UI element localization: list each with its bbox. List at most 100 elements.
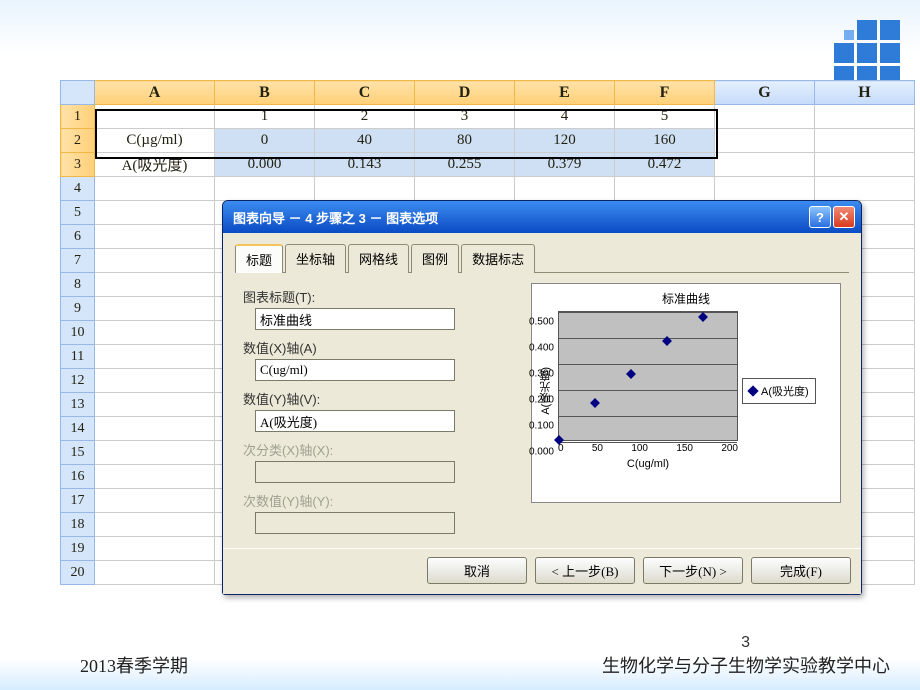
next-button[interactable]: 下一步(N) > [643,557,743,584]
cell[interactable] [95,417,215,441]
cell[interactable] [95,561,215,585]
row-7[interactable]: 7 [61,249,95,273]
cell[interactable] [95,369,215,393]
row-19[interactable]: 19 [61,537,95,561]
cell[interactable] [215,177,315,201]
col-D[interactable]: D [415,81,515,105]
row-15[interactable]: 15 [61,441,95,465]
row-4[interactable]: 4 [61,177,95,201]
back-button[interactable]: < 上一步(B) [535,557,635,584]
row-1[interactable]: 1 [61,105,95,129]
cell[interactable] [95,201,215,225]
cell[interactable]: 0.379 [515,153,615,177]
cell[interactable] [95,465,215,489]
row-5[interactable]: 5 [61,201,95,225]
cell[interactable]: 4 [515,105,615,129]
cell[interactable]: 5 [615,105,715,129]
help-button[interactable]: ? [809,206,831,228]
dialog-titlebar[interactable]: 图表向导 － 4 步骤之 3 － 图表选项 ? ✕ [223,201,861,233]
row-18[interactable]: 18 [61,513,95,537]
cell[interactable]: 120 [515,129,615,153]
cell[interactable]: 0.143 [315,153,415,177]
cell[interactable] [95,489,215,513]
cell[interactable] [715,153,815,177]
cell[interactable] [95,393,215,417]
cell[interactable] [515,177,615,201]
row-8[interactable]: 8 [61,273,95,297]
input-x2-axis [255,461,455,483]
cell[interactable]: 0 [215,129,315,153]
cell[interactable] [95,225,215,249]
col-C[interactable]: C [315,81,415,105]
row-11[interactable]: 11 [61,345,95,369]
cell[interactable] [95,345,215,369]
cell[interactable] [95,537,215,561]
cell[interactable]: 160 [615,129,715,153]
preview-plot [558,311,738,441]
tab-title[interactable]: 标题 [235,244,283,273]
cell[interactable] [95,321,215,345]
tab-legend[interactable]: 图例 [411,244,459,273]
cell[interactable]: 3 [415,105,515,129]
input-chart-title[interactable] [255,308,455,330]
footer-right: 生物化学与分子生物学实验教学中心 [602,652,890,678]
input-y-axis[interactable] [255,410,455,432]
col-B[interactable]: B [215,81,315,105]
cell[interactable] [95,441,215,465]
row-3[interactable]: 3 [61,153,95,177]
cell[interactable] [95,177,215,201]
finish-button[interactable]: 完成(F) [751,557,851,584]
col-G[interactable]: G [715,81,815,105]
cell[interactable] [95,273,215,297]
preview-xticks: 050100150200 [558,443,738,454]
cell[interactable]: 0.255 [415,153,515,177]
row-16[interactable]: 16 [61,465,95,489]
dialog-buttons: 取消 < 上一步(B) 下一步(N) > 完成(F) [223,548,861,594]
cell[interactable] [95,513,215,537]
diamond-icon [747,385,758,396]
cell[interactable]: 0.472 [615,153,715,177]
row-17[interactable]: 17 [61,489,95,513]
close-button[interactable]: ✕ [833,206,855,228]
row-13[interactable]: 13 [61,393,95,417]
cell[interactable] [815,177,915,201]
row-2[interactable]: 2 [61,129,95,153]
cell[interactable] [715,105,815,129]
cell[interactable] [815,129,915,153]
cell[interactable] [95,249,215,273]
row-9[interactable]: 9 [61,297,95,321]
cell[interactable]: 2 [315,105,415,129]
col-A[interactable]: A [95,81,215,105]
col-E[interactable]: E [515,81,615,105]
row-14[interactable]: 14 [61,417,95,441]
input-x-axis[interactable] [255,359,455,381]
cell[interactable]: 0.000 [215,153,315,177]
cell[interactable] [415,177,515,201]
tab-axes[interactable]: 坐标轴 [285,244,346,273]
row-10[interactable]: 10 [61,321,95,345]
cell[interactable] [95,105,215,129]
cell[interactable]: 80 [415,129,515,153]
cell[interactable]: 1 [215,105,315,129]
row-20[interactable]: 20 [61,561,95,585]
cell[interactable] [615,177,715,201]
cell[interactable]: A(吸光度) [95,153,215,177]
select-all[interactable] [61,81,95,105]
tabstrip: 标题 坐标轴 网格线 图例 数据标志 [235,243,849,273]
cell[interactable] [815,153,915,177]
tab-gridlines[interactable]: 网格线 [348,244,409,273]
cancel-button[interactable]: 取消 [427,557,527,584]
cell[interactable] [715,129,815,153]
cell[interactable]: 40 [315,129,415,153]
row-12[interactable]: 12 [61,369,95,393]
cell[interactable] [95,297,215,321]
tab-datalabels[interactable]: 数据标志 [461,244,535,273]
col-F[interactable]: F [615,81,715,105]
row-6[interactable]: 6 [61,225,95,249]
col-H[interactable]: H [815,81,915,105]
cell[interactable] [315,177,415,201]
cell[interactable] [715,177,815,201]
label-y2-axis: 次数值(Y)轴(Y): [243,491,513,510]
cell[interactable] [815,105,915,129]
cell[interactable]: C(µg/ml) [95,129,215,153]
